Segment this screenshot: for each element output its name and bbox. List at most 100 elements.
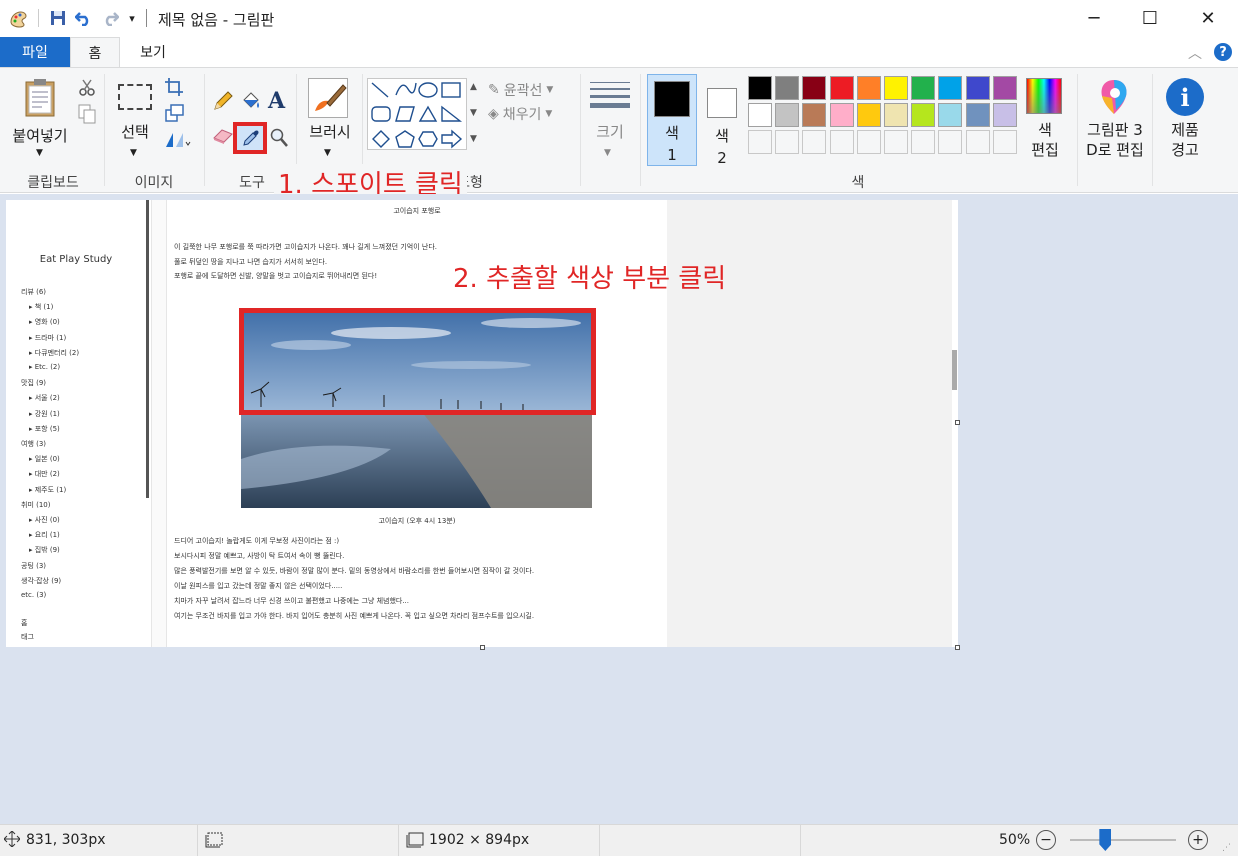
color-swatch[interactable] [992,76,1017,100]
category-link: 리뷰 (6) [21,288,47,296]
edit-with-paint3d-button[interactable]: 그림판 3 D로 편집 [1082,76,1148,168]
fill-label: 채우기 [502,107,542,123]
rotate-icon[interactable] [165,130,191,152]
color-swatch[interactable] [748,76,772,100]
info-icon: i [1166,78,1204,116]
resize-handle-corner[interactable] [955,645,960,650]
color-swatch[interactable] [938,76,963,100]
color-swatch[interactable] [748,103,772,127]
post-line: 이 길쭉한 나무 포행로를 쭉 따라가면 고이습지가 나온다. 꽤나 길게 느껴… [174,243,437,251]
shapes-gallery-scroll[interactable]: ▲ ▼ ▼ [468,78,482,150]
color-swatch[interactable] [911,76,936,100]
color2-button[interactable]: 색 2 [699,74,745,167]
color-swatch[interactable] [992,130,1017,154]
product-alert-button[interactable]: i 제품 경고 [1158,76,1212,168]
subcategory-link: ▸ 드라마 (1) [29,333,67,342]
paint-app-icon[interactable] [8,8,28,28]
select-button[interactable]: 선택 ▼ [112,76,158,162]
color-swatch[interactable] [775,130,800,154]
color-swatch[interactable] [829,76,854,100]
resize-icon[interactable] [165,104,185,126]
chevron-down-icon: ▾ [129,11,135,25]
redo-icon[interactable] [100,8,120,28]
resize-handle-right[interactable] [955,420,960,425]
cut-icon[interactable] [78,78,96,100]
resize-grip-icon[interactable]: ⋰ [1222,843,1231,853]
fill-dropdown[interactable]: ◈ 채우기 ▼ [488,104,552,124]
eraser-icon[interactable] [212,128,234,148]
cursor-position-icon [3,830,21,851]
subcategory-link: ▸ 다큐멘터리 (2) [29,348,80,357]
expand-gallery-icon[interactable]: ▼ [470,134,477,144]
subcategory-link: ▸ 책 (1) [29,303,54,312]
color-swatch[interactable] [965,130,990,154]
color-swatch[interactable] [802,130,827,154]
select-rectangle-icon [118,84,152,110]
undo-icon[interactable] [74,8,94,28]
collapse-ribbon-icon[interactable]: ︿ [1188,43,1202,63]
paste-button[interactable]: 붙여넣기 ▼ [8,74,72,160]
close-button[interactable]: ✕ [1180,0,1236,37]
size-button[interactable]: 크기 ▼ [586,76,634,162]
pencil-icon[interactable] [212,90,234,116]
edit-colors-button[interactable]: 색 편집 [1022,76,1068,168]
subcategory-link: ▸ 포항 (5) [29,424,60,433]
tab-view[interactable]: 보기 [122,37,184,67]
save-icon[interactable] [48,8,68,28]
color-swatch[interactable] [965,103,990,127]
maximize-button[interactable]: ☐ [1122,0,1178,37]
help-icon[interactable]: ? [1214,43,1232,61]
color1-number: 1 [667,146,677,164]
color-swatch[interactable] [829,103,854,127]
divider [204,74,205,186]
zoom-slider[interactable] [1070,839,1176,841]
color-picker-button[interactable] [233,122,267,154]
minimize-button[interactable]: ─ [1066,0,1122,37]
blog-sidebar: Eat Play Study 리뷰 (6) ▸ 책 (1) ▸ 영화 (0) ▸ 드라… [6,200,146,647]
brushes-button[interactable]: 브러시 ▼ [302,76,358,162]
zoom-out-button[interactable]: − [1036,830,1056,850]
color-swatch[interactable] [965,76,990,100]
color-swatch[interactable] [911,103,936,127]
color-swatch[interactable] [938,130,963,154]
scroll-up-icon[interactable]: ▲ [470,82,477,92]
color-swatch[interactable] [802,76,827,100]
subcategory-link: ▸ 요리 (1) [29,531,60,540]
color-swatch[interactable] [884,76,908,100]
copy-icon[interactable] [78,104,96,128]
magnifier-icon[interactable] [270,128,288,152]
subcategory-link: ▸ 제주도 (1) [29,485,67,494]
zoom-in-button[interactable]: + [1188,830,1208,850]
zoom-slider-thumb[interactable] [1099,829,1112,851]
subcategory-link: ▸ 일본 (0) [29,455,60,464]
shapes-gallery[interactable] [367,78,467,150]
divider [640,74,641,186]
color-swatch[interactable] [802,103,827,127]
color-swatch[interactable] [775,76,800,100]
color-swatch[interactable] [829,130,854,154]
scroll-down-icon[interactable]: ▼ [470,108,477,118]
color-swatch[interactable] [856,103,881,127]
color-swatch[interactable] [992,103,1017,127]
outline-label: 윤곽선 [503,83,543,99]
divider [104,74,105,186]
color-swatch[interactable] [856,130,881,154]
crop-icon[interactable] [165,78,183,100]
color-swatch[interactable] [856,76,881,100]
resize-handle-bottom[interactable] [480,645,485,650]
color-swatch[interactable] [911,130,936,154]
minimize-icon: ─ [1088,8,1100,29]
tab-file[interactable]: 파일 [0,37,70,67]
brushes-label: 브러시 [309,123,351,141]
color-swatch[interactable] [884,130,908,154]
color-swatch[interactable] [884,103,908,127]
fill-bucket-icon[interactable] [240,90,262,116]
color-swatch[interactable] [748,130,772,154]
text-tool-icon[interactable]: A [268,88,285,114]
customize-toolbar-dropdown[interactable]: ▾ [122,8,142,28]
color-swatch[interactable] [775,103,800,127]
tab-home[interactable]: 홈 [70,37,120,68]
outline-dropdown[interactable]: ✎ 윤곽선 ▼ [488,80,553,100]
color-swatch[interactable] [938,103,963,127]
color1-button[interactable]: 색 1 [647,74,697,166]
